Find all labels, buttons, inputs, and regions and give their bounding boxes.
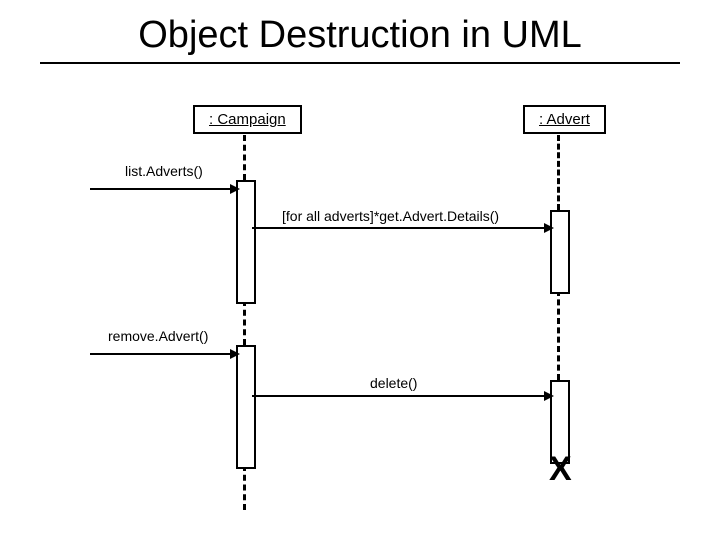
arrow-delete [252, 390, 554, 402]
object-label-advert: : Advert [539, 111, 590, 128]
lifeline-advert-1 [557, 135, 560, 210]
msg-label-delete: delete() [370, 375, 417, 391]
msg-label-list-adverts: list.Adverts() [125, 163, 203, 179]
lifeline-campaign-1 [243, 135, 246, 180]
diagram-stage: Object Destruction in UML : Campaign : A… [0, 0, 720, 540]
lifeline-campaign-2 [243, 300, 246, 345]
msg-label-remove-advert: remove.Advert() [108, 328, 208, 344]
arrow-get-advert-details [252, 222, 554, 234]
title-underline [40, 62, 680, 64]
lifeline-campaign-3 [243, 465, 246, 510]
object-box-campaign: : Campaign [193, 105, 302, 134]
destroy-marker: X [549, 452, 572, 486]
object-label-campaign: : Campaign [209, 111, 286, 128]
slide-title: Object Destruction in UML [0, 14, 720, 57]
activation-campaign-2 [236, 345, 256, 469]
arrow-remove-advert [90, 348, 240, 360]
object-box-advert: : Advert [523, 105, 606, 134]
lifeline-advert-2 [557, 290, 560, 380]
arrow-list-adverts [90, 183, 240, 195]
activation-campaign-1 [236, 180, 256, 304]
